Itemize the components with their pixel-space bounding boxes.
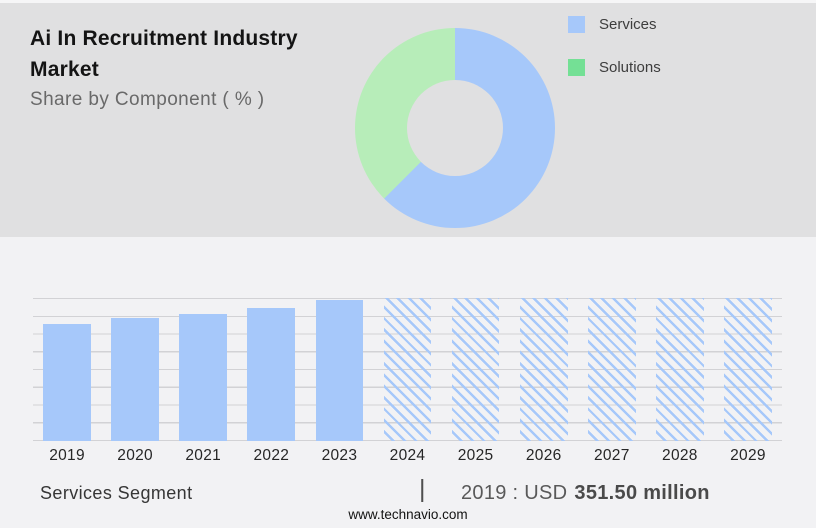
x-axis-label-2025: 2025 xyxy=(457,447,494,464)
footer-separator: | xyxy=(419,475,426,503)
blue-square-icon xyxy=(568,16,585,33)
share-by-component-panel: Ai In Recruitment Industry Market Share … xyxy=(0,3,816,237)
bar-2025 xyxy=(451,298,500,441)
bar-band-2029 xyxy=(714,298,782,441)
bar-band-2023 xyxy=(305,298,373,441)
infographic-canvas: Ai In Recruitment Industry Market Share … xyxy=(0,0,816,528)
bar-band-2028 xyxy=(646,298,714,441)
bar-2022 xyxy=(247,307,296,441)
x-axis-label-2029: 2029 xyxy=(730,447,766,464)
chart-subtitle: Share by Component ( % ) xyxy=(30,89,265,110)
x-axis-labels: 2019 2020 2021 2022 2023 2024 2025 2026 2027 2028… xyxy=(33,447,782,465)
bar-2024 xyxy=(383,298,432,441)
bar-2019 xyxy=(43,323,91,441)
x-axis-label-2023: 2023 xyxy=(321,447,358,464)
donut-chart xyxy=(355,28,555,228)
x-axis-label-2021: 2021 xyxy=(185,447,222,464)
bar-2020 xyxy=(111,318,159,441)
legend-item-solutions: Solutions xyxy=(568,59,661,76)
bar-2028 xyxy=(656,298,704,441)
bar-2021 xyxy=(179,314,228,441)
bar-band-2022 xyxy=(237,298,305,441)
x-axis-label-2028: 2028 xyxy=(662,447,698,464)
bar-band-2026 xyxy=(510,298,578,441)
x-axis-label-2024: 2024 xyxy=(389,447,426,464)
segment-label: Services Segment xyxy=(40,483,193,503)
legend-label-services: Services xyxy=(599,16,657,33)
x-axis-label-2020: 2020 xyxy=(117,447,153,464)
bar-band-2020 xyxy=(101,298,169,441)
x-axis-label-2026: 2026 xyxy=(525,447,562,464)
highlight-value-amount: 351.50 million xyxy=(574,482,710,504)
highlight-value-prefix: 2019 : USD xyxy=(461,482,568,504)
bar-band-2019 xyxy=(33,298,101,441)
bar-band-2027 xyxy=(578,298,646,441)
bar-band-2024 xyxy=(373,298,441,441)
bar-chart-plot xyxy=(33,298,782,441)
bar-2027 xyxy=(587,298,636,441)
x-axis-label-2027: 2027 xyxy=(593,447,630,464)
page-title: Ai In Recruitment Industry Market xyxy=(30,27,298,81)
trend-panel: 2019 2020 2021 2022 2023 2024 2025 2026 2027 2028… xyxy=(0,237,816,528)
legend: Services Solutions xyxy=(568,16,661,76)
bar-2026 xyxy=(519,298,568,441)
bar-2023 xyxy=(315,299,364,441)
green-square-icon xyxy=(568,59,585,76)
bar-band-2025 xyxy=(442,298,510,441)
website-url: www.technavio.com xyxy=(348,507,468,522)
bar-band-2021 xyxy=(169,298,237,441)
bar-series xyxy=(33,298,782,441)
highlight-value: 2019 : USD 351.50 million xyxy=(461,482,710,505)
bar-2029 xyxy=(724,298,772,441)
x-axis-label-2019: 2019 xyxy=(49,447,85,464)
legend-label-solutions: Solutions xyxy=(599,59,661,76)
x-axis-label-2022: 2022 xyxy=(253,447,290,464)
legend-item-services: Services xyxy=(568,16,661,33)
